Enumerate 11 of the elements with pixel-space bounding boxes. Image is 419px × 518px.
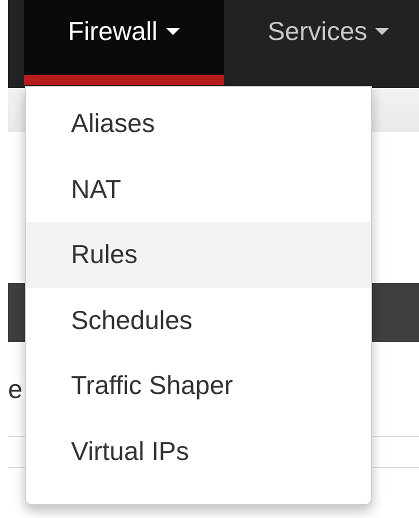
menu-item[interactable]: NAT (26, 156, 371, 222)
menu-item[interactable]: Schedules (26, 288, 371, 353)
table-text: e (8, 376, 22, 402)
caret-icon (166, 28, 180, 36)
nav-tab[interactable]: Services (224, 0, 419, 85)
menu-item[interactable]: Aliases (26, 91, 371, 156)
menu-item[interactable]: Rules (26, 222, 371, 288)
menu-item[interactable]: Traffic Shaper (26, 353, 371, 418)
nav-tab[interactable]: Firewall (24, 0, 224, 85)
menu-item[interactable]: Virtual IPs (26, 418, 371, 484)
caret-icon (375, 28, 390, 36)
